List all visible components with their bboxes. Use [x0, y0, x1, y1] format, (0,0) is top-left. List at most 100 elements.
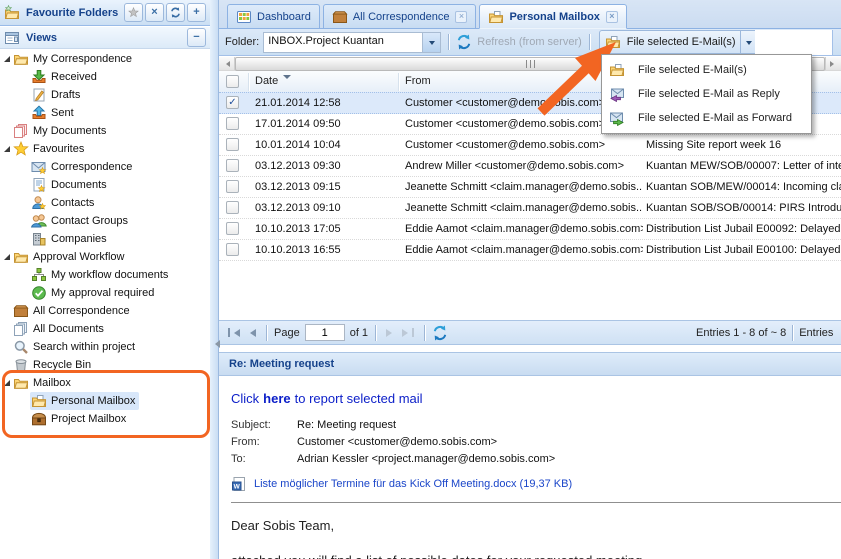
sidebar-item-my-documents[interactable]: My Documents	[0, 122, 210, 140]
select-all-checkbox[interactable]	[226, 75, 239, 88]
project-chest-icon	[31, 411, 47, 427]
email-row[interactable]: 10.01.2014 10:04 Customer <customer@demo.…	[219, 135, 841, 156]
sidebar-item-my-workflow-documents[interactable]: My workflow documents	[0, 266, 210, 284]
open-folder-icon	[13, 51, 29, 67]
sidebar-item-approval-workflow[interactable]: Approval Workflow	[0, 248, 210, 266]
panel-splitter[interactable]	[210, 0, 218, 559]
report-here-link[interactable]: here	[263, 391, 290, 406]
sidebar-item-all-documents[interactable]: All Documents	[0, 320, 210, 338]
body-divider	[231, 502, 841, 503]
next-page-button[interactable]	[386, 328, 396, 337]
app-window: Favourite Folders × + Views − My Corresp…	[0, 0, 841, 559]
close-tab-icon[interactable]: ×	[605, 10, 618, 23]
sidebar-item-documents[interactable]: Documents	[0, 176, 210, 194]
sidebar-item-companies[interactable]: Companies	[0, 230, 210, 248]
menu-item-file-selected-e-mail-as-reply[interactable]: File selected E-Mail as Reply	[602, 82, 811, 106]
sidebar-item-label: Drafts	[51, 89, 81, 101]
previous-page-button[interactable]	[246, 328, 256, 337]
tree-expander-icon[interactable]	[4, 254, 10, 260]
email-row[interactable]: 03.12.2013 09:15 Jeanette Schmitt <claim.…	[219, 177, 841, 198]
refresh-list-icon[interactable]	[432, 325, 448, 341]
close-tab-icon[interactable]: ×	[455, 10, 468, 23]
collapse-left-icon[interactable]	[211, 340, 220, 348]
page-number-input[interactable]	[304, 324, 345, 341]
tree-expander-icon[interactable]	[4, 146, 10, 152]
contact-icon	[31, 195, 47, 211]
row-checkbox[interactable]	[226, 138, 239, 151]
mail-body-line: Dear Sobis Team,	[231, 518, 335, 533]
menu-item-label: File selected E-Mail(s)	[638, 64, 747, 76]
row-checkbox[interactable]	[226, 243, 239, 256]
cell-subject: Distribution List Jubail E00092: Delayed	[646, 223, 841, 235]
contact-group-icon	[31, 213, 47, 229]
toolbar-spacer	[755, 30, 833, 55]
combo-dropdown-icon[interactable]	[422, 32, 441, 52]
entries-summary: Entries 1 - 8 of ~ 8	[696, 326, 787, 339]
column-header-date[interactable]: Date	[255, 71, 292, 92]
sidebar-item-correspondence[interactable]: Correspondence	[0, 158, 210, 176]
folder-combobox[interactable]: INBOX.Project Kuantan	[263, 31, 442, 53]
sidebar-item-my-correspondence[interactable]: My Correspondence	[0, 50, 210, 68]
email-row[interactable]: 10.10.2013 16:55 Eddie Aamot <claim.manag…	[219, 240, 841, 261]
last-page-button[interactable]	[402, 328, 415, 337]
first-page-button[interactable]	[228, 328, 240, 337]
word-doc-icon: W	[231, 476, 247, 492]
scroll-left-icon[interactable]	[219, 57, 235, 70]
documents-blue-icon	[13, 321, 29, 337]
row-checkbox[interactable]	[226, 180, 239, 193]
sidebar-item-favourites[interactable]: Favourites	[0, 140, 210, 158]
tab-all-correspondence[interactable]: All Correspondence ×	[322, 4, 477, 29]
to-field: To: Adrian Kessler <project.manager@demo.…	[231, 453, 556, 465]
sidebar-item-recycle-bin[interactable]: Recycle Bin	[0, 356, 210, 374]
row-checkbox[interactable]	[226, 159, 239, 172]
row-checkbox[interactable]	[226, 201, 239, 214]
refresh-from-server-button[interactable]: Refresh (from server)	[456, 34, 582, 50]
add-favourite-button[interactable]: +	[187, 3, 206, 22]
folder-label: Folder:	[225, 36, 260, 48]
sidebar-item-mailbox[interactable]: Mailbox	[0, 374, 210, 392]
sidebar-item-search-within-project[interactable]: Search within project	[0, 338, 210, 356]
close-panel-button[interactable]: ×	[145, 3, 164, 22]
sidebar-item-label: Search within project	[33, 341, 136, 353]
sidebar-item-received[interactable]: Received	[0, 68, 210, 86]
sidebar-item-all-correspondence[interactable]: All Correspondence	[0, 302, 210, 320]
cell-subject: Kuantan SOB/MEW/00014: Incoming cla	[646, 181, 841, 193]
refresh-panel-button[interactable]	[166, 3, 185, 22]
sidebar-item-project-mailbox[interactable]: Project Mailbox	[0, 410, 210, 428]
email-row[interactable]: 03.12.2013 09:30 Andrew Miller <customer@…	[219, 156, 841, 177]
tab-dashboard[interactable]: Dashboard	[227, 4, 320, 29]
scroll-right-icon[interactable]	[825, 57, 841, 70]
menu-item-file-selected-e-mail-as-forward[interactable]: File selected E-Mail as Forward	[602, 106, 811, 130]
sidebar-item-drafts[interactable]: Drafts	[0, 86, 210, 104]
sidebar-item-contact-groups[interactable]: Contact Groups	[0, 212, 210, 230]
sidebar-item-label: Project Mailbox	[51, 413, 127, 425]
column-header-from[interactable]: From	[405, 71, 431, 92]
favourite-star-button[interactable]	[124, 3, 143, 22]
sidebar-item-personal-mailbox[interactable]: Personal Mailbox	[0, 392, 210, 410]
sidebar-item-label: Received	[51, 71, 97, 83]
tree-expander-icon[interactable]	[4, 380, 10, 386]
folder-star-icon	[4, 4, 20, 21]
folder-page-icon	[609, 62, 625, 78]
cell-date: 10.01.2014 10:04	[255, 139, 341, 151]
page-of-label: of 1	[349, 326, 369, 339]
cell-from: Eddie Aamot <claim.manager@demo.sobis.co…	[405, 244, 643, 256]
row-checkbox[interactable]	[226, 222, 239, 235]
attachment-link[interactable]: Liste möglicher Termine für das Kick Off…	[254, 478, 572, 490]
email-row[interactable]: 10.10.2013 17:05 Eddie Aamot <claim.manag…	[219, 219, 841, 240]
open-folder-icon	[13, 249, 29, 265]
sidebar-item-my-approval-required[interactable]: My approval required	[0, 284, 210, 302]
sidebar-item-label: All Correspondence	[33, 305, 130, 317]
tree-expander-icon[interactable]	[4, 56, 10, 62]
sidebar-item-label: Personal Mailbox	[51, 395, 136, 407]
file-selected-email-button[interactable]: File selected E-Mail(s)	[598, 30, 758, 54]
sidebar-item-contacts[interactable]: Contacts	[0, 194, 210, 212]
collapse-views-button[interactable]: −	[187, 28, 206, 47]
sidebar-item-sent[interactable]: Sent	[0, 104, 210, 122]
row-checkbox[interactable]	[226, 117, 239, 130]
row-checkbox[interactable]: ✓	[226, 96, 239, 109]
sort-desc-icon	[283, 75, 292, 83]
tab-personal-mailbox[interactable]: Personal Mailbox ×	[479, 4, 627, 29]
email-row[interactable]: 03.12.2013 09:10 Jeanette Schmitt <claim.…	[219, 198, 841, 219]
menu-item-file-selected-e-mail-s[interactable]: File selected E-Mail(s)	[602, 58, 811, 82]
